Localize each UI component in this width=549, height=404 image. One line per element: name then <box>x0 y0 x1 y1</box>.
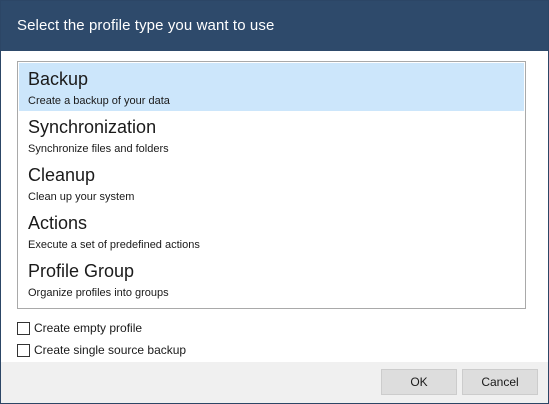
single-source-option[interactable]: Create single source backup <box>17 342 186 358</box>
list-item-backup[interactable]: Backup Create a backup of your data <box>19 63 524 111</box>
dialog-footer: OK Cancel <box>1 362 548 403</box>
list-item-description: Clean up your system <box>28 191 135 203</box>
profile-type-dialog: Select the profile type you want to use … <box>0 0 549 404</box>
list-item-title: Cleanup <box>28 165 96 185</box>
profile-type-list[interactable]: Backup Create a backup of your data Sync… <box>17 61 526 309</box>
list-item-actions[interactable]: Actions Execute a set of predefined acti… <box>19 207 524 255</box>
list-item-cleanup[interactable]: Cleanup Clean up your system <box>19 159 524 207</box>
list-item-title: Profile Group <box>28 261 135 281</box>
single-source-label[interactable]: Create single source backup <box>34 343 186 357</box>
list-item-description: Synchronize files and folders <box>28 143 169 155</box>
list-item-title: Backup <box>28 69 89 89</box>
ok-button[interactable]: OK <box>381 369 457 395</box>
single-source-checkbox[interactable] <box>17 343 30 357</box>
list-item-synchronization[interactable]: Synchronization Synchronize files and fo… <box>19 111 524 159</box>
cancel-button[interactable]: Cancel <box>462 369 538 395</box>
empty-profile-label[interactable]: Create empty profile <box>34 321 142 335</box>
dialog-header: Select the profile type you want to use <box>1 1 548 51</box>
dialog-title: Select the profile type you want to use <box>17 17 275 34</box>
list-item-description: Organize profiles into groups <box>28 287 169 299</box>
empty-profile-checkbox[interactable] <box>17 321 30 335</box>
empty-profile-option[interactable]: Create empty profile <box>17 320 142 336</box>
list-item-description: Create a backup of your data <box>28 95 170 107</box>
list-item-title: Synchronization <box>28 117 157 137</box>
list-item-description: Execute a set of predefined actions <box>28 239 200 251</box>
list-item-title: Actions <box>28 213 88 233</box>
list-item-profile-group[interactable]: Profile Group Organize profiles into gro… <box>19 255 524 303</box>
